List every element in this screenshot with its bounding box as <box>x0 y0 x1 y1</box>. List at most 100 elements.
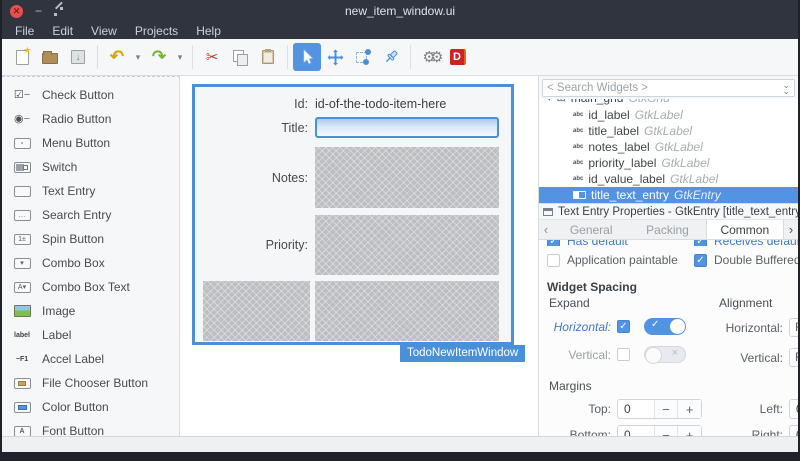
redo-menu-button[interactable]: ▾ <box>173 43 187 71</box>
palette-item-label[interactable]: label Label <box>2 323 179 347</box>
design-workspace: Id: id-of-the-todo-item-here Title: Note… <box>180 76 538 436</box>
right-placeholder[interactable] <box>315 281 499 341</box>
undo-menu-button[interactable]: ▾ <box>131 43 145 71</box>
tree-node-class: GtkGrid <box>628 99 669 105</box>
priority-placeholder[interactable] <box>315 215 499 275</box>
tree-row-title-label[interactable]: abc title_label GtkLabel <box>539 123 798 139</box>
file-chooser-button-icon <box>12 377 32 390</box>
palette-item-color-button[interactable]: Color Button <box>2 395 179 419</box>
menu-projects[interactable]: Projects <box>126 24 187 38</box>
paste-button[interactable] <box>254 43 282 71</box>
select-mode-button[interactable] <box>293 43 321 71</box>
checkbox[interactable]: ✓ <box>547 240 560 246</box>
palette-item-search-entry[interactable]: … Search Entry <box>2 203 179 227</box>
window-frame-icon <box>543 208 553 216</box>
tree-row-priority-label[interactable]: abc priority_label GtkLabel <box>539 155 798 171</box>
notes-placeholder[interactable] <box>315 147 499 208</box>
vexpand-toggle[interactable] <box>644 346 686 363</box>
menu-edit[interactable]: Edit <box>43 24 82 38</box>
title-text-entry[interactable] <box>315 117 499 138</box>
palette-item-combo-box-text[interactable]: A▾ Combo Box Text <box>2 275 179 299</box>
maximize-icon[interactable] <box>54 7 63 16</box>
palette-item-accel-label[interactable]: −F1 Accel Label <box>2 347 179 371</box>
priority-label[interactable]: Priority: <box>203 238 315 252</box>
title-label[interactable]: Title: <box>203 121 315 135</box>
menu-help[interactable]: Help <box>187 24 230 38</box>
checkbox[interactable]: ✓ <box>694 240 707 246</box>
open-project-button[interactable] <box>36 43 64 71</box>
palette-item-menu-button[interactable]: ▫ Menu Button <box>2 131 179 155</box>
hexpand-toggle[interactable] <box>644 318 686 335</box>
margin-left-value[interactable]: 0 <box>789 399 798 419</box>
expander-icon[interactable]: ▾ <box>547 99 552 104</box>
search-widgets-box[interactable]: ⌄⌄ <box>542 79 795 97</box>
tree-row-title-text-entry-selected[interactable]: title_text_entry GtkEntry <box>539 187 798 203</box>
search-row: ⌄⌄ <box>539 76 798 99</box>
margin-bottom-value[interactable]: 0 <box>618 426 654 436</box>
palette-item-switch[interactable]: Switch <box>2 155 179 179</box>
pin-mode-button[interactable] <box>377 43 405 71</box>
label-icon: label <box>12 329 32 342</box>
palette-item-label: File Chooser Button <box>42 376 148 390</box>
left-placeholder[interactable] <box>203 281 310 341</box>
palette-item-font-button[interactable]: A Font Button <box>2 419 179 436</box>
expand-all-icon[interactable]: ⌄⌄ <box>782 82 790 94</box>
halign-dropdown[interactable]: Fil <box>789 318 798 337</box>
copy-button[interactable] <box>226 43 254 71</box>
label-icon: abc <box>573 144 583 150</box>
notes-label[interactable]: Notes: <box>203 171 315 185</box>
palette-item-radio-button[interactable]: ◉− Radio Button <box>2 107 179 131</box>
vexpand-checkbox[interactable] <box>617 348 630 361</box>
margin-right-value[interactable]: 0 <box>789 425 798 436</box>
double-buffered-checkbox[interactable]: ✓ <box>694 254 707 267</box>
tab-packing[interactable]: Packing <box>629 220 705 239</box>
menu-file[interactable]: File <box>6 24 43 38</box>
font-button-icon: A <box>12 425 32 437</box>
palette-item-text-entry[interactable]: Text Entry <box>2 179 179 203</box>
redo-icon: ↷ <box>152 50 166 64</box>
align-horizontal-label: Horizontal: <box>719 321 789 335</box>
hexpand-checkbox[interactable]: ✓ <box>617 320 630 333</box>
window-tag[interactable]: TodoNewItemWindow <box>400 345 525 362</box>
tab-general[interactable]: General <box>553 220 629 239</box>
palette-item-spin-button[interactable]: 1± Spin Button <box>2 227 179 251</box>
application-paintable-checkbox[interactable] <box>547 254 560 267</box>
minus-button[interactable]: − <box>654 400 678 418</box>
palette-item-check-button[interactable]: ☑− Check Button <box>2 83 179 107</box>
tree-row-notes-label[interactable]: abc notes_label GtkLabel <box>539 139 798 155</box>
devhelp-button[interactable]: D <box>444 43 472 71</box>
toolbar-separator <box>97 45 98 69</box>
label-icon: abc <box>573 160 583 166</box>
tab-common[interactable]: Common <box>706 220 784 239</box>
tree-row-clipped[interactable]: ▾ ⊞ main_grid GtkGrid <box>539 99 798 107</box>
palette-item-image[interactable]: Image <box>2 299 179 323</box>
minus-button[interactable]: − <box>654 426 678 436</box>
palette-item-file-chooser-button[interactable]: File Chooser Button <box>2 371 179 395</box>
design-canvas[interactable]: Id: id-of-the-todo-item-here Title: Note… <box>192 84 514 345</box>
preferences-button[interactable]: ⚙⚙ <box>416 43 444 71</box>
cut-button[interactable]: ✂ <box>198 43 226 71</box>
plus-button[interactable]: + <box>677 426 701 436</box>
pin-icon <box>383 49 399 65</box>
valign-dropdown[interactable]: Fil <box>789 348 798 367</box>
margin-top-value[interactable]: 0 <box>618 400 654 418</box>
plus-button[interactable]: + <box>677 400 701 418</box>
palette-item-combo-box[interactable]: ▾ Combo Box <box>2 251 179 275</box>
tree-node-class: GtkLabel <box>644 124 692 138</box>
save-project-button[interactable]: ↓ <box>64 43 92 71</box>
drag-resize-mode-button[interactable] <box>321 43 349 71</box>
devhelp-icon: D <box>450 49 466 65</box>
tree-row-id-label[interactable]: abc id_label GtkLabel <box>539 107 798 123</box>
tree-row-id-value-label[interactable]: abc id_value_label GtkLabel <box>539 171 798 187</box>
property-label: Has default <box>567 240 628 246</box>
tab-scroll-left-icon[interactable]: ‹ <box>539 220 553 239</box>
margin-edit-mode-button[interactable] <box>349 43 377 71</box>
id-value-label[interactable]: id-of-the-todo-item-here <box>315 97 499 111</box>
search-widgets-input[interactable] <box>547 82 782 94</box>
tab-scroll-right-icon[interactable]: › <box>784 220 798 239</box>
menu-view[interactable]: View <box>82 24 126 38</box>
id-label[interactable]: Id: <box>203 97 315 111</box>
undo-button[interactable]: ↶ <box>103 43 131 71</box>
new-project-button[interactable] <box>8 43 36 71</box>
redo-button[interactable]: ↷ <box>145 43 173 71</box>
